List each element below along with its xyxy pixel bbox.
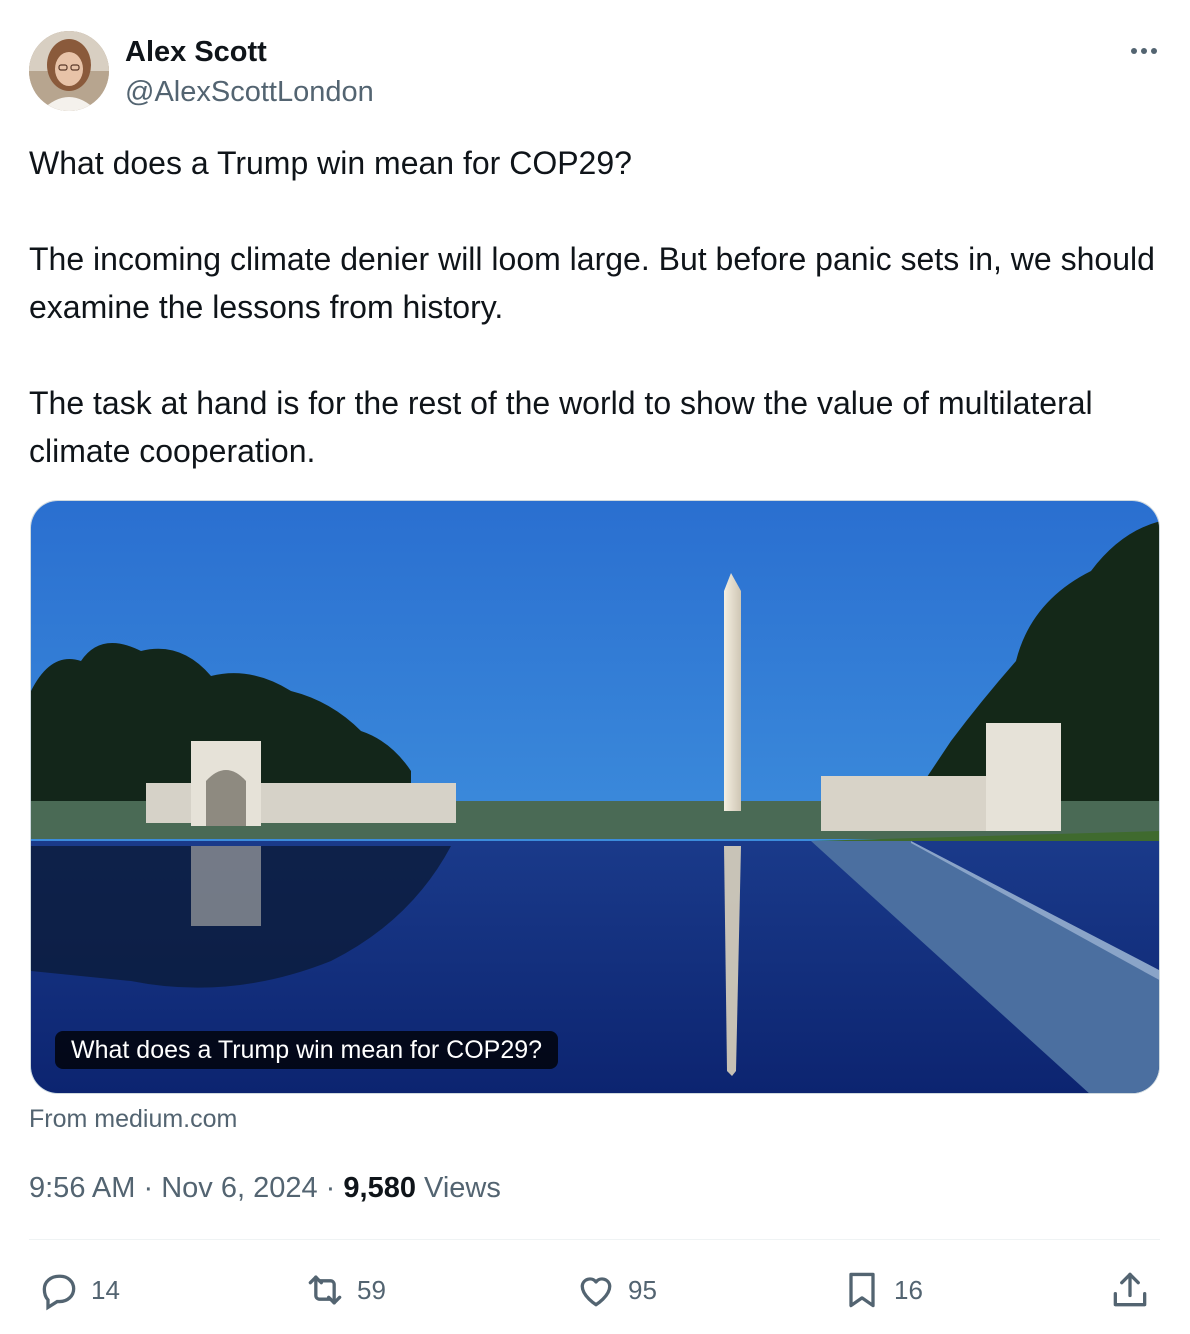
reply-count: 14	[91, 1274, 120, 1305]
bookmark-icon	[849, 1272, 875, 1308]
reply-button[interactable]: 14	[37, 1266, 120, 1314]
link-card[interactable]: What does a Trump win mean for COP29?	[30, 500, 1160, 1094]
tweet-meta: 9:56 AM · Nov 6, 2024 · 9,580 Views	[29, 1168, 501, 1208]
card-caption: What does a Trump win mean for COP29?	[55, 1031, 559, 1069]
card-source[interactable]: From medium.com	[29, 1103, 237, 1135]
avatar[interactable]	[29, 31, 109, 111]
tweet-paragraph: What does a Trump win mean for COP29?	[29, 145, 632, 181]
repost-arrows-icon	[308, 1275, 342, 1305]
speech-bubble-icon	[42, 1274, 76, 1311]
divider	[29, 1239, 1160, 1240]
tweet-time[interactable]: 9:56 AM	[29, 1172, 135, 1204]
heart-icon	[580, 1277, 612, 1307]
bookmark-count: 16	[894, 1274, 923, 1305]
tweet-date[interactable]: Nov 6, 2024	[161, 1172, 317, 1204]
meta-separator: ·	[143, 1172, 154, 1204]
tweet-text: What does a Trump win mean for COP29? Th…	[29, 139, 1164, 475]
repost-count: 59	[357, 1274, 386, 1305]
tweet-paragraph: The task at hand is for the rest of the …	[29, 385, 1093, 469]
meta-separator: ·	[325, 1172, 336, 1204]
repost-button[interactable]: 59	[303, 1266, 386, 1314]
author-handle[interactable]: @AlexScottLondon	[125, 74, 374, 110]
bookmark-button[interactable]: 16	[840, 1266, 923, 1314]
like-button[interactable]: 95	[574, 1266, 657, 1314]
tweet-paragraph: The incoming climate denier will loom la…	[29, 241, 1155, 325]
card-image	[31, 501, 1159, 1093]
like-count: 95	[628, 1274, 657, 1305]
share-button[interactable]	[1108, 1266, 1152, 1314]
views-count: 9,580	[343, 1172, 416, 1204]
author-name[interactable]: Alex Scott	[125, 34, 267, 70]
views-label: Views	[424, 1172, 501, 1204]
more-options-icon[interactable]	[1124, 36, 1164, 66]
share-upload-icon	[1113, 1272, 1147, 1307]
